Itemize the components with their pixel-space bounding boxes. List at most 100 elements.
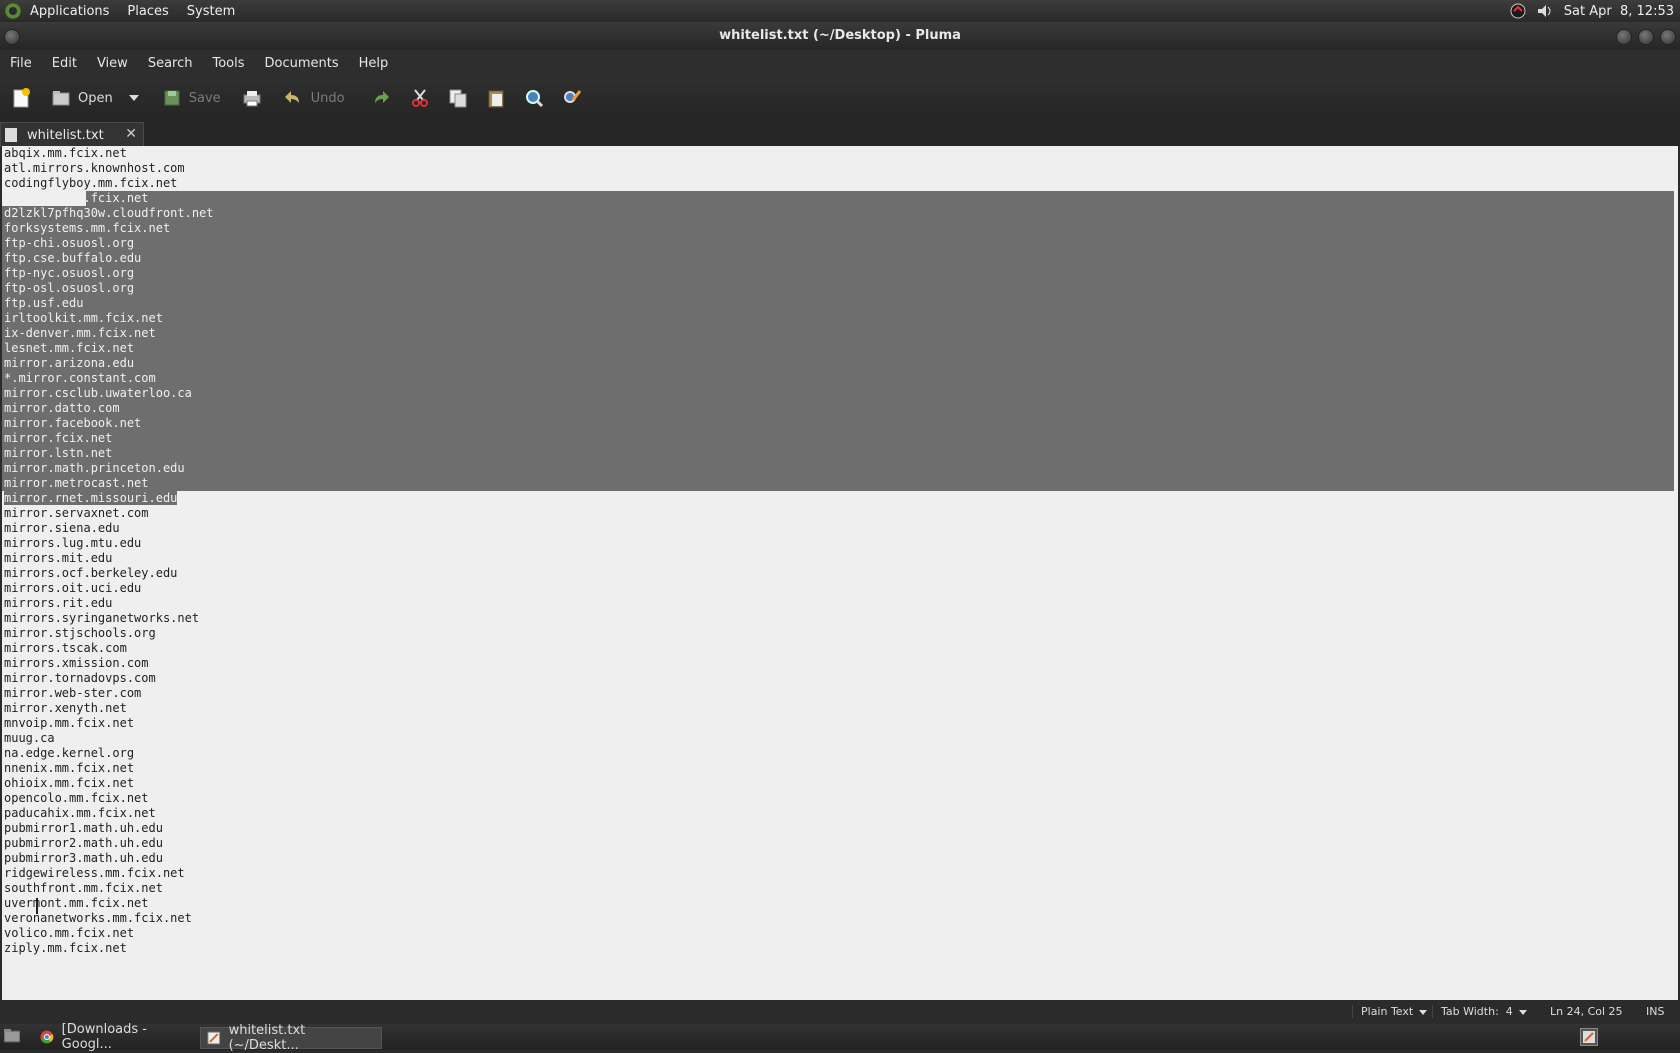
network-icon[interactable] — [1510, 3, 1526, 19]
editor-line[interactable]: ftp.cse.buffalo.edu — [2, 251, 1674, 266]
task-chrome-downloads[interactable]: [Downloads - Googl... — [34, 1022, 204, 1052]
menu-tools[interactable]: Tools — [202, 56, 254, 71]
new-document-button[interactable] — [10, 82, 32, 114]
language-label: Plain Text — [1361, 1005, 1414, 1018]
editor-line[interactable]: d2lzkl7pfhq30w.cloudfront.net — [2, 206, 1674, 221]
menu-search[interactable]: Search — [138, 56, 203, 71]
redo-button[interactable] — [369, 82, 391, 114]
editor-line[interactable]: mnvoip.mm.fcix.net — [2, 716, 1674, 731]
minimize-button[interactable] — [1616, 29, 1632, 45]
menu-file[interactable]: File — [0, 56, 42, 71]
editor-line[interactable]: mirror.rnet.missouri.edu — [2, 491, 1674, 506]
workspace-switcher-icon[interactable] — [1580, 1028, 1598, 1046]
editor-line[interactable]: mirror.servaxnet.com — [2, 506, 1674, 521]
editor-line[interactable]: ohioix.mm.fcix.net — [2, 776, 1674, 791]
save-icon — [164, 90, 180, 106]
text-editor[interactable]: abqix.mm.fcix.net atl.mirrors.knownhost.c… — [2, 146, 1678, 1000]
editor-line[interactable]: irltoolkit.mm.fcix.net — [2, 311, 1674, 326]
editor-line[interactable]: pubmirror3.math.uh.edu — [2, 851, 1674, 866]
find-replace-button[interactable] — [561, 82, 583, 114]
mate-logo-icon[interactable] — [4, 2, 22, 20]
editor-line[interactable]: mirrors.oit.uci.edu — [2, 581, 1674, 596]
bottom-panel: [Downloads - Googl... whitelist.txt (~/D… — [0, 1022, 1680, 1053]
editor-line[interactable]: mirrors.xmission.com — [2, 656, 1674, 671]
editor-line[interactable]: mirrors.tscak.com — [2, 641, 1674, 656]
editor-line[interactable]: lesnet.mm.fcix.net — [2, 341, 1674, 356]
window-titlebar[interactable]: whitelist.txt (~/Desktop) - Pluma — [0, 22, 1680, 50]
editor-line[interactable]: abqix.mm.fcix.net — [2, 146, 1674, 161]
editor-line[interactable]: nnenix.mm.fcix.net — [2, 761, 1674, 776]
editor-line[interactable]: muug.ca — [2, 731, 1674, 746]
window-title: whitelist.txt (~/Desktop) - Pluma — [719, 28, 961, 43]
cut-button[interactable] — [409, 82, 431, 114]
undo-button[interactable]: Undo — [283, 82, 345, 114]
editor-line[interactable]: paducahix.mm.fcix.net — [2, 806, 1674, 821]
editor-line[interactable]: mirror.csclub.uwaterloo.ca — [2, 386, 1674, 401]
editor-line[interactable]: pubmirror2.math.uh.edu — [2, 836, 1674, 851]
editor-line[interactable]: mirror.xenyth.net — [2, 701, 1674, 716]
editor-line[interactable]: mirrors.lug.mtu.edu — [2, 536, 1674, 551]
menu-view[interactable]: View — [87, 56, 138, 71]
open-button[interactable]: Open — [50, 82, 139, 114]
editor-line[interactable]: forksystems.mm.fcix.net — [2, 221, 1674, 236]
show-desktop-icon[interactable] — [4, 1029, 20, 1043]
editor-line[interactable]: mirror.metrocast.net — [2, 476, 1674, 491]
editor-line[interactable]: mirrors.mit.edu — [2, 551, 1674, 566]
close-window-button[interactable] — [1660, 29, 1676, 45]
editor-line[interactable]: ftp-chi.osuosl.org — [2, 236, 1674, 251]
editor-line[interactable]: ftp-osl.osuosl.org — [2, 281, 1674, 296]
editor-line[interactable]: *.mirror.constant.com — [2, 371, 1674, 386]
tab-width-selector[interactable]: Tab Width: 4 — [1432, 1005, 1527, 1018]
places-menu[interactable]: Places — [127, 4, 168, 19]
paste-button[interactable] — [485, 82, 507, 114]
editor-line[interactable]: na.edge.kernel.org — [2, 746, 1674, 761]
editor-line[interactable]: mirror.web-ster.com — [2, 686, 1674, 701]
clock[interactable]: Sat Apr 8, 12:53 — [1564, 4, 1674, 19]
editor-line[interactable]: mirrors.ocf.berkeley.edu — [2, 566, 1674, 581]
editor-line[interactable]: mirror.math.princeton.edu — [2, 461, 1674, 476]
copy-button[interactable] — [447, 82, 469, 114]
editor-line[interactable]: ziply.mm.fcix.net — [2, 941, 1674, 956]
editor-line[interactable]: mirror.stjschools.org — [2, 626, 1674, 641]
editor-line[interactable]: mirrors.rit.edu — [2, 596, 1674, 611]
editor-line[interactable]: mirrors.syringanetworks.net — [2, 611, 1674, 626]
editor-line[interactable]: mirror.datto.com — [2, 401, 1674, 416]
editor-line[interactable]: opencolo.mm.fcix.net — [2, 791, 1674, 806]
editor-line[interactable]: mirror.facebook.net — [2, 416, 1674, 431]
chevron-down-icon — [1419, 1009, 1428, 1015]
tab-whitelist[interactable]: whitelist.txt ✕ — [0, 122, 144, 147]
menu-documents[interactable]: Documents — [255, 56, 349, 71]
cut-icon — [411, 89, 428, 107]
save-button[interactable]: Save — [161, 82, 221, 114]
system-menu[interactable]: System — [187, 4, 235, 19]
find-button[interactable] — [523, 82, 545, 114]
print-button[interactable] — [241, 82, 263, 114]
editor-line[interactable]: coresite.mm.fcix.net — [2, 191, 1674, 206]
editor-line[interactable]: ridgewireless.mm.fcix.net — [2, 866, 1674, 881]
close-tab-icon[interactable]: ✕ — [125, 126, 137, 142]
editor-line[interactable]: codingflyboy.mm.fcix.net — [2, 176, 1674, 191]
editor-line[interactable]: mirror.fcix.net — [2, 431, 1674, 446]
task-pluma[interactable]: whitelist.txt (~/Deskt... — [200, 1023, 382, 1053]
editor-line[interactable]: ix-denver.mm.fcix.net — [2, 326, 1674, 341]
editor-line[interactable]: mirror.lstn.net — [2, 446, 1674, 461]
editor-line[interactable]: southfront.mm.fcix.net — [2, 881, 1674, 896]
window-menu-button[interactable] — [4, 29, 20, 45]
editor-line[interactable]: veronanetworks.mm.fcix.net — [2, 911, 1674, 926]
editor-line[interactable]: mirror.siena.edu — [2, 521, 1674, 536]
language-selector[interactable]: Plain Text — [1352, 1005, 1428, 1018]
editor-line[interactable]: ftp.usf.edu — [2, 296, 1674, 311]
editor-line[interactable]: uvermont.mm.fcix.net — [2, 896, 1674, 911]
menu-edit[interactable]: Edit — [42, 56, 87, 71]
editor-line[interactable]: mirror.tornadovps.com — [2, 671, 1674, 686]
menu-help[interactable]: Help — [349, 56, 399, 71]
editor-line[interactable]: mirror.arizona.edu — [2, 356, 1674, 371]
volume-icon[interactable] — [1536, 3, 1554, 19]
editor-line[interactable]: ftp-nyc.osuosl.org — [2, 266, 1674, 281]
editor-line[interactable]: volico.mm.fcix.net — [2, 926, 1674, 941]
maximize-button[interactable] — [1638, 29, 1654, 45]
editor-line[interactable]: atl.mirrors.knownhost.com — [2, 161, 1674, 176]
open-recent-dropdown-icon[interactable] — [128, 95, 139, 101]
applications-menu[interactable]: Applications — [30, 4, 109, 19]
editor-line[interactable]: pubmirror1.math.uh.edu — [2, 821, 1674, 836]
